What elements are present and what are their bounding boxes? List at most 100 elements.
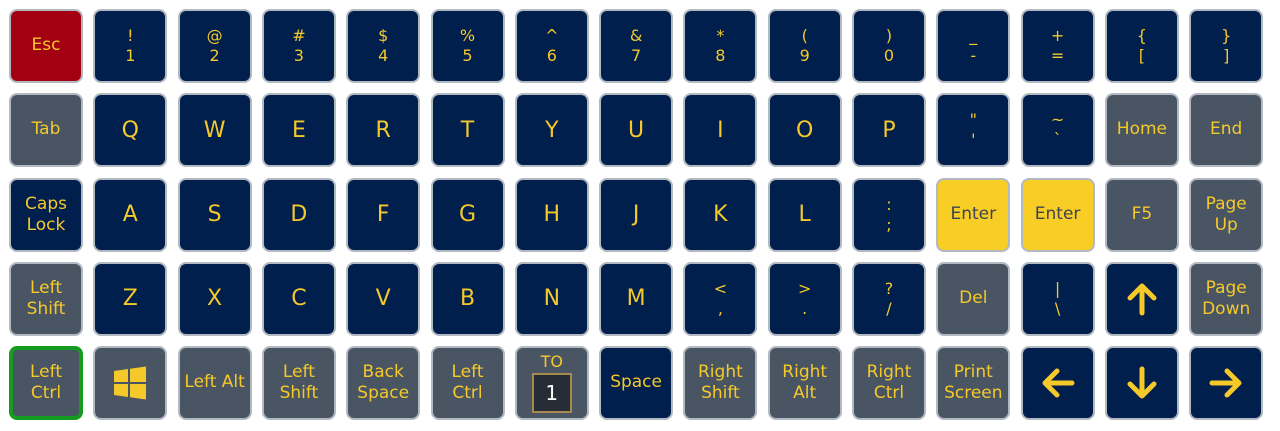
key-arrow-right[interactable] — [1189, 346, 1264, 421]
key-backtick[interactable]: ~ ` — [1020, 93, 1095, 168]
key-label: Y — [545, 117, 559, 143]
key-semicolon[interactable]: :; — [852, 177, 926, 252]
key-space[interactable]: Space — [599, 346, 674, 421]
key-z[interactable]: Z — [93, 261, 168, 336]
key-label: E — [291, 117, 306, 143]
key-label: + — [1050, 26, 1065, 45]
key-label: C — [291, 286, 307, 312]
key-label: A — [122, 202, 138, 228]
key-o[interactable]: O — [767, 93, 842, 168]
key-w[interactable]: W — [177, 93, 252, 168]
key-a[interactable]: A — [93, 177, 168, 252]
key-1[interactable]: ! 1 — [93, 9, 168, 83]
key-label: N — [543, 286, 561, 312]
key-q[interactable]: Q — [93, 93, 168, 168]
key-4[interactable]: $4 — [346, 9, 421, 83]
key-arrow-up[interactable] — [1104, 261, 1179, 336]
key-label: / — [886, 298, 892, 318]
key-u[interactable]: U — [599, 93, 674, 168]
key-label: I — [717, 117, 724, 143]
key-esc[interactable]: Esc — [9, 9, 83, 83]
key-label: % — [459, 26, 476, 45]
key-left-ctrl[interactable]: Left Ctrl — [9, 346, 83, 421]
key-to-layer-1[interactable]: TO 1 — [514, 346, 589, 421]
key-period[interactable]: >. — [767, 261, 842, 336]
key-d[interactable]: D — [261, 177, 336, 252]
key-t[interactable]: T — [430, 93, 505, 168]
key-2[interactable]: @2 — [177, 9, 252, 83]
key-7[interactable]: & 7 — [599, 9, 674, 83]
key-print-screen[interactable]: Print Screen — [936, 346, 1011, 421]
key-tab[interactable]: Tab — [9, 93, 83, 168]
key-label: & — [629, 26, 643, 45]
key-comma[interactable]: <, — [683, 261, 758, 336]
key-m[interactable]: M — [599, 261, 674, 336]
key-label: 9 — [799, 46, 810, 65]
key-i[interactable]: I — [683, 93, 758, 168]
key-6[interactable]: ^ 6 — [514, 9, 589, 83]
key-c[interactable]: C — [261, 261, 336, 336]
key-label: K — [713, 202, 728, 228]
key-equals[interactable]: + = — [1020, 9, 1095, 83]
key-r[interactable]: R — [346, 93, 421, 168]
key-label: Z — [122, 286, 138, 312]
key-label: $ — [378, 26, 389, 45]
key-arrow-down[interactable] — [1104, 346, 1179, 421]
key-page-down[interactable]: Page Down — [1189, 261, 1264, 336]
key-left-ctrl-2[interactable]: Left Ctrl — [430, 346, 505, 421]
key-enter-1[interactable]: Enter — [936, 177, 1011, 252]
key-g[interactable]: G — [430, 177, 505, 252]
key-slash[interactable]: ? / — [852, 261, 926, 336]
key-0[interactable]: ) 0 — [852, 9, 926, 83]
key-y[interactable]: Y — [514, 93, 589, 168]
key-label: Q — [121, 117, 139, 143]
key-label: ~ — [1050, 110, 1065, 130]
key-backslash[interactable]: | \ — [1020, 261, 1095, 336]
key-k[interactable]: K — [683, 177, 758, 252]
key-label: < — [713, 278, 728, 298]
key-right-shift[interactable]: Right Shift — [683, 346, 758, 421]
key-v[interactable]: V — [346, 261, 421, 336]
key-quote[interactable]: " ' — [936, 93, 1011, 168]
key-x[interactable]: X — [177, 261, 252, 336]
key-label: 0 — [883, 46, 895, 65]
key-minus[interactable]: _ - — [936, 9, 1011, 83]
key-enter-2[interactable]: Enter — [1020, 177, 1095, 252]
key-backspace[interactable]: Back Space — [346, 346, 421, 421]
key-j[interactable]: J — [599, 177, 674, 252]
key-8[interactable]: * 8 — [683, 9, 758, 83]
key-b[interactable]: B — [430, 261, 505, 336]
key-del[interactable]: Del — [936, 261, 1011, 336]
key-end[interactable]: End — [1189, 93, 1264, 168]
key-label: Page — [1205, 193, 1247, 214]
key-arrow-left[interactable] — [1020, 346, 1095, 421]
key-label: Caps — [25, 193, 67, 214]
key-label: _ — [969, 26, 978, 45]
key-e[interactable]: E — [261, 93, 336, 168]
key-label: J — [632, 202, 640, 228]
key-right-ctrl[interactable]: Right Ctrl — [852, 346, 926, 421]
key-caps-lock[interactable]: Caps Lock — [9, 177, 83, 252]
key-left-bracket[interactable]: {[ — [1104, 9, 1179, 83]
key-h[interactable]: H — [514, 177, 589, 252]
key-windows[interactable] — [93, 346, 168, 421]
key-p[interactable]: P — [852, 93, 926, 168]
key-left-shift[interactable]: Left Shift — [9, 261, 83, 336]
key-s[interactable]: S — [177, 177, 252, 252]
key-right-alt[interactable]: Right Alt — [767, 346, 842, 421]
key-label: D — [290, 202, 308, 228]
key-f5[interactable]: F5 — [1104, 177, 1179, 252]
key-label: L — [798, 202, 811, 228]
key-n[interactable]: N — [514, 261, 589, 336]
key-page-up[interactable]: Page Up — [1189, 177, 1264, 252]
key-right-bracket[interactable]: }] — [1189, 9, 1264, 83]
key-left-alt[interactable]: Left Alt — [177, 346, 252, 421]
key-l[interactable]: L — [767, 177, 842, 252]
key-5[interactable]: % 5 — [430, 9, 505, 83]
key-3[interactable]: #3 — [261, 9, 336, 83]
key-9[interactable]: (9 — [767, 9, 842, 83]
key-label: Print — [953, 362, 993, 383]
key-f[interactable]: F — [346, 177, 421, 252]
key-home[interactable]: Home — [1104, 93, 1179, 168]
key-left-shift-2[interactable]: Left Shift — [261, 346, 336, 421]
